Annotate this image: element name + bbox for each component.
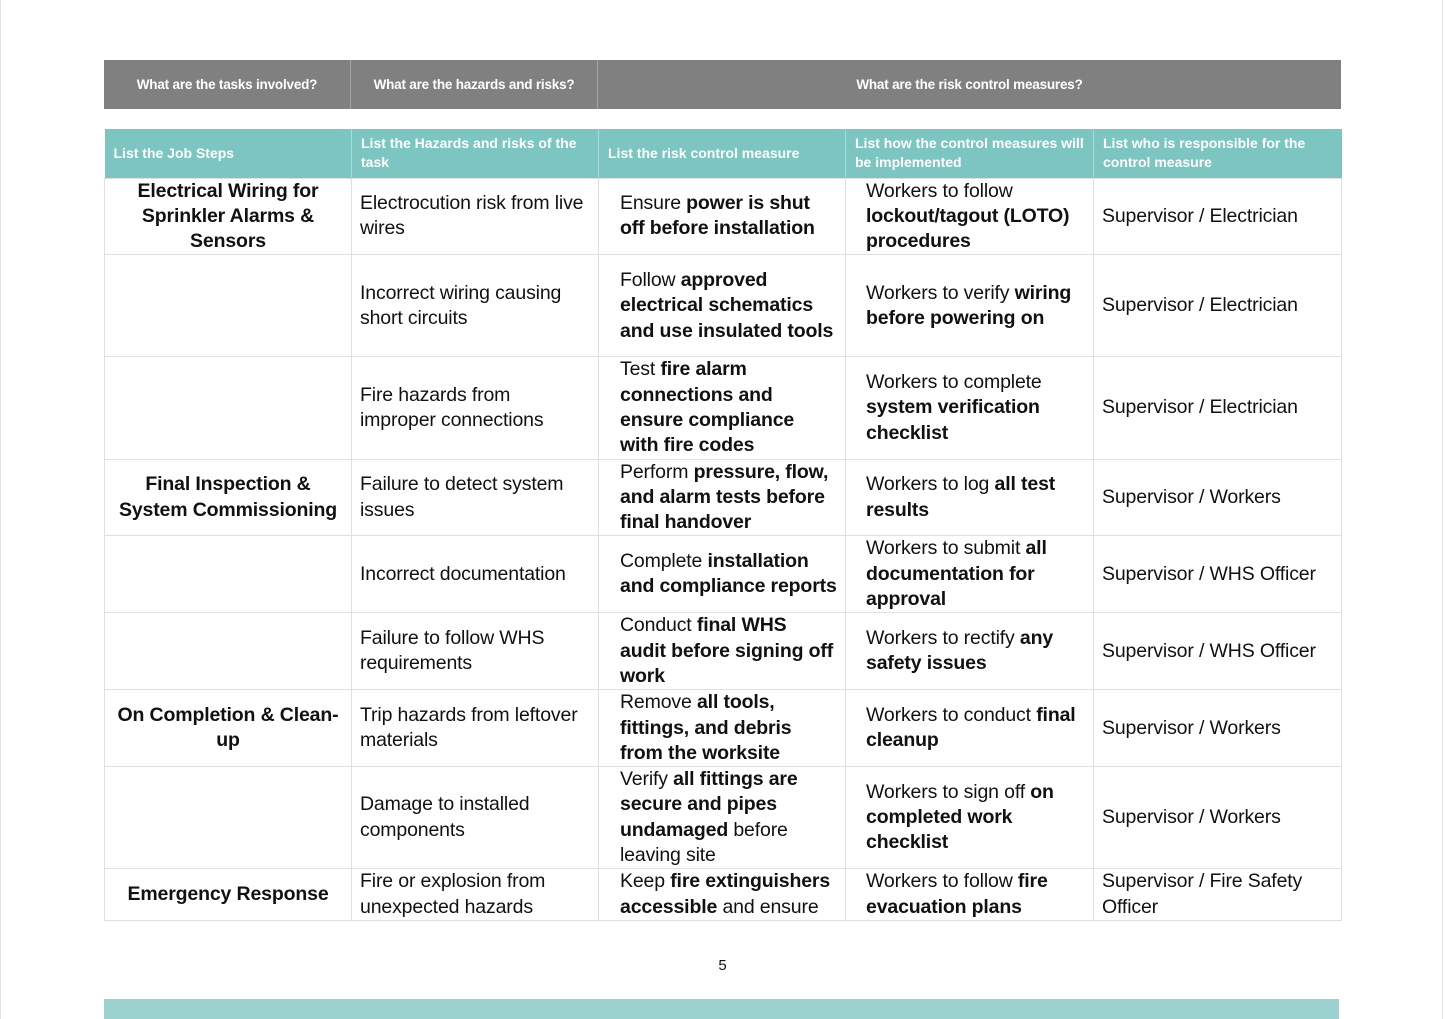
responsible-cell: Supervisor / Workers (1093, 766, 1342, 870)
job-step-cell: Electrical Wiring for Sprinkler Alarms &… (104, 177, 352, 256)
implementation-cell: Workers to verify wiring before powering… (845, 254, 1094, 358)
text-run: Verify (620, 768, 674, 791)
text-run: Workers to follow (866, 870, 1018, 893)
table-row: Emergency Response Fire or explosion from… (104, 868, 1342, 921)
text-run: Workers to verify (866, 281, 1015, 304)
hazard-cell: Fire hazards from improper connections (351, 356, 599, 460)
question-header-controls: What are the risk control measures? (856, 77, 1083, 92)
hazard-cell: Incorrect wiring causing short circuits (351, 254, 599, 358)
hazard-cell: Fire or explosion from unexpected hazard… (351, 868, 599, 921)
implementation-cell: Workers to complete system verification … (845, 356, 1094, 460)
text-run: Workers to submit (866, 537, 1026, 560)
column-header-row: List the Job Steps List the Hazards and … (104, 129, 1342, 178)
text-run: Follow (620, 268, 681, 291)
table-row: Damage to installed components Verify all… (104, 766, 1342, 870)
table-row: Fire hazards from improper connections Te… (104, 356, 1342, 460)
bold-text-run: system verification checklist (866, 396, 1040, 444)
responsible-cell: Supervisor / Workers (1093, 458, 1342, 537)
implementation-cell: Workers to submit all documentation for … (845, 535, 1094, 614)
text-run: Test (620, 358, 661, 381)
column-header-job-steps: List the Job Steps (104, 129, 352, 178)
implementation-cell: Workers to conduct final cleanup (845, 689, 1094, 768)
text-run: Workers to rectify (866, 627, 1020, 649)
column-header-hazards: List the Hazards and risks of the task (351, 129, 599, 178)
text-run: Remove (620, 691, 697, 714)
control-measure-cell: Follow approved electrical schematics an… (598, 254, 846, 358)
job-step-cell: Emergency Response (104, 868, 352, 921)
page-edge-left (0, 0, 1, 1019)
text-run: Complete (620, 550, 708, 573)
implementation-cell: Workers to follow fire evacuation plans (845, 868, 1094, 921)
text-run: Workers to log (866, 473, 995, 496)
text-run: Workers to follow (866, 179, 1013, 202)
job-step-cell (104, 254, 352, 358)
column-header-control-measure: List the risk control measure (598, 129, 846, 178)
control-measure-cell: Verify all fittings are secure and pipes… (598, 766, 846, 870)
responsible-cell: Supervisor / Electrician (1093, 356, 1342, 460)
text-run: Workers to complete (866, 371, 1042, 394)
control-measure-cell: Test fire alarm connections and ensure c… (598, 356, 846, 460)
control-measure-cell: Ensure power is shut off before installa… (598, 177, 846, 256)
hazard-cell: Incorrect documentation (351, 535, 599, 614)
page-number: 5 (718, 957, 727, 974)
responsible-cell: Supervisor / Electrician (1093, 254, 1342, 358)
job-step-cell: On Completion & Clean-up (104, 689, 352, 768)
column-header-responsible: List who is responsible for the control … (1093, 129, 1342, 178)
responsible-cell: Supervisor / WHS Officer (1093, 535, 1342, 614)
control-measure-cell: Complete installation and compliance rep… (598, 535, 846, 614)
text-run: and ensure (717, 895, 819, 918)
text-run: Workers to sign off (866, 780, 1031, 803)
implementation-cell: Workers to rectify any safety issues (845, 612, 1094, 691)
question-header-row: What are the tasks involved? What are th… (104, 60, 1341, 109)
responsible-cell: Supervisor / WHS Officer (1093, 612, 1342, 691)
implementation-cell: Workers to sign off on completed work ch… (845, 766, 1094, 870)
table-row: Failure to follow WHS requirements Conduc… (104, 612, 1342, 691)
hazard-cell: Electrocution risk from live wires (351, 177, 599, 256)
responsible-cell: Supervisor / Electrician (1093, 177, 1342, 256)
column-header-implementation: List how the control measures will be im… (845, 129, 1094, 178)
text-run: Conduct (620, 614, 697, 637)
table-row: Incorrect documentation Complete installa… (104, 535, 1342, 614)
bold-text-run: lockout/tagout (LOTO) procedures (866, 204, 1070, 253)
table-row: Electrical Wiring for Sprinkler Alarms &… (104, 177, 1342, 256)
table-row: On Completion & Clean-up Trip hazards fro… (104, 689, 1342, 768)
table-row: Final Inspection & System Commissioning F… (104, 458, 1342, 537)
text-run: Keep (620, 870, 671, 893)
footer-bar (104, 999, 1339, 1019)
text-run: Ensure (620, 192, 687, 215)
text-run: Workers to conduct (866, 703, 1037, 726)
job-step-cell (104, 356, 352, 460)
question-header-tasks: What are the tasks involved? (104, 60, 351, 109)
hazard-cell: Damage to installed components (351, 766, 599, 870)
control-measure-cell: Perform pressure, flow, and alarm tests … (598, 458, 846, 537)
implementation-cell: Workers to log all test results (845, 458, 1094, 537)
control-measure-cell: Keep fire extinguishers accessible and e… (598, 868, 846, 921)
control-measure-cell: Conduct final WHS audit before signing o… (598, 612, 846, 691)
page-edge-right (1442, 0, 1443, 1019)
job-step-cell (104, 612, 352, 691)
implementation-cell: Workers to follow lockout/tagout (LOTO) … (845, 177, 1094, 256)
hazard-cell: Failure to detect system issues (351, 458, 599, 537)
job-step-cell: Final Inspection & System Commissioning (104, 458, 352, 537)
table-row: Incorrect wiring causing short circuits F… (104, 254, 1342, 358)
responsible-cell: Supervisor / Workers (1093, 689, 1342, 768)
text-run: Perform (620, 460, 694, 483)
job-step-cell (104, 766, 352, 870)
hazard-cell: Failure to follow WHS requirements (351, 612, 599, 691)
hazard-cell: Trip hazards from leftover materials (351, 689, 599, 768)
risk-assessment-table: List the Job Steps List the Hazards and … (104, 129, 1342, 921)
control-measure-cell: Remove all tools, fittings, and debris f… (598, 689, 846, 768)
responsible-cell: Supervisor / Fire Safety Officer (1093, 868, 1342, 921)
job-step-cell (104, 535, 352, 614)
question-header-hazards: What are the hazards and risks? (351, 60, 598, 109)
table-body: Electrical Wiring for Sprinkler Alarms &… (104, 177, 1342, 921)
